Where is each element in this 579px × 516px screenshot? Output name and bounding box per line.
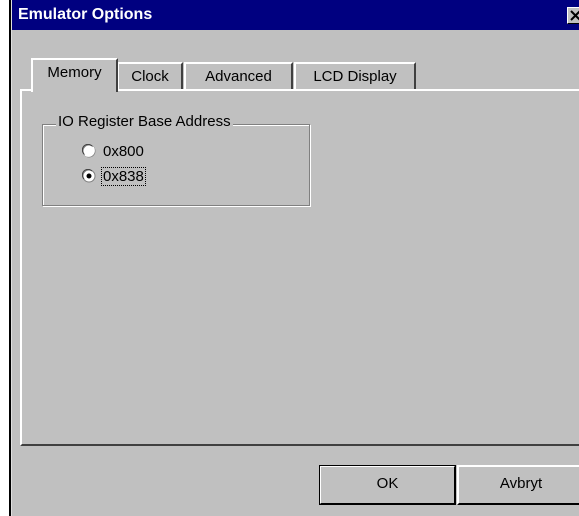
radio-option-0x838[interactable]: 0x838 [82,166,146,186]
tab-clock[interactable]: Clock [117,62,183,89]
radio-selected-icon[interactable] [82,169,96,183]
io-register-legend: IO Register Base Address [56,113,233,130]
close-icon [570,10,579,21]
window-title: Emulator Options [18,6,153,23]
close-button[interactable] [567,7,579,24]
radio-unselected-icon[interactable] [82,144,96,158]
title-bar[interactable]: Emulator Options [12,0,579,30]
radio-option-0x800[interactable]: 0x800 [82,141,145,161]
ok-button[interactable]: OK [319,465,456,505]
cancel-button[interactable]: Avbryt [457,465,579,505]
background-edge [0,0,9,516]
tab-advanced[interactable]: Advanced [184,62,293,89]
tab-lcd-display[interactable]: LCD Display [294,62,416,89]
io-register-groupbox [42,124,310,206]
tab-memory[interactable]: Memory [31,58,118,92]
radio-label-0x800: 0x800 [103,142,144,160]
radio-label-0x838: 0x838 [101,166,146,186]
